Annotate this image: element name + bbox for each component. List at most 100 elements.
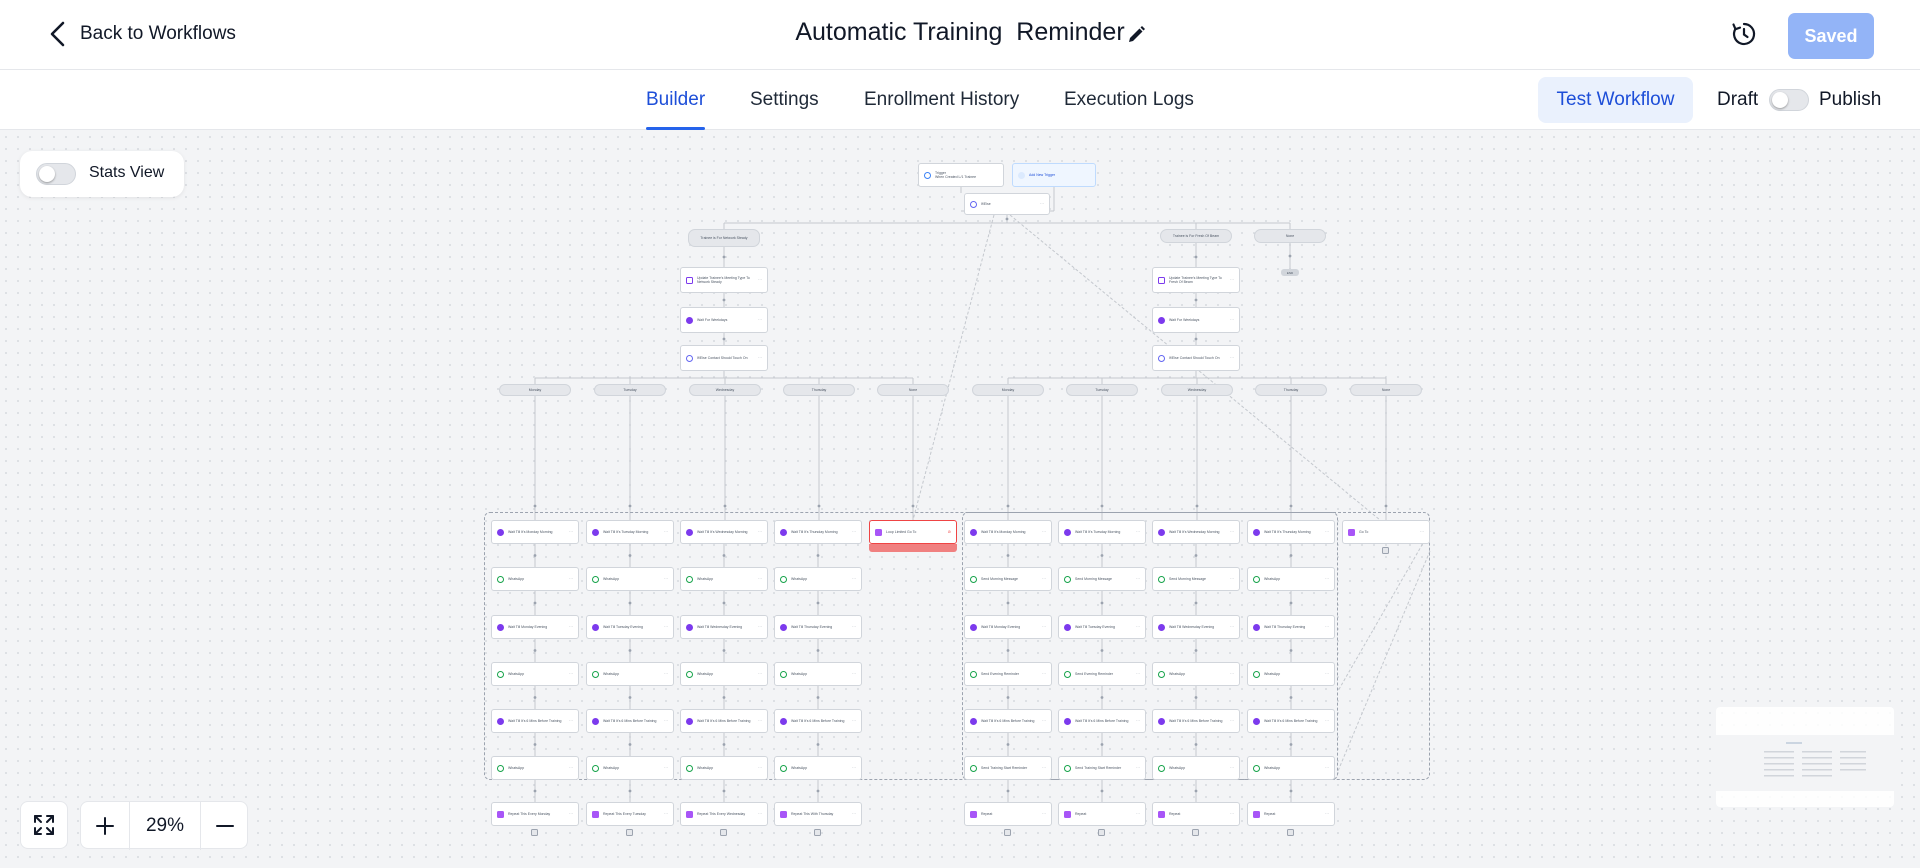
tab-settings[interactable]: Settings (750, 89, 819, 111)
right-col-1-step-3[interactable]: Wait Till Monday Evening ··· (964, 615, 1052, 639)
right-col-1-step-4[interactable]: Send Evening Reminder ··· (964, 662, 1052, 686)
saved-button[interactable]: Saved (1788, 13, 1874, 59)
day-label-none[interactable]: None (877, 384, 949, 396)
loop-back-icon[interactable] (720, 829, 727, 836)
branch-label-none[interactable]: None (1254, 229, 1326, 243)
left-update-node[interactable]: Update Trainee's Meeting Type To Network… (680, 267, 768, 293)
left-col-4-step-3[interactable]: Wait Till Thursday Evening ··· (774, 615, 862, 639)
day-label-wednesday[interactable]: Wednesday (1161, 384, 1233, 396)
left-col-4-step-5[interactable]: Wait Till It's 6 Mins Before Training ··· (774, 709, 862, 733)
history-icon[interactable] (1730, 20, 1758, 48)
publish-toggle[interactable] (1769, 89, 1809, 111)
left-col-3-step-3[interactable]: Wait Till Wednesday Evening ··· (680, 615, 768, 639)
loop-back-icon[interactable] (814, 829, 821, 836)
root-if-else-node[interactable]: If/Else ··· (964, 193, 1050, 215)
test-workflow-button[interactable]: Test Workflow (1538, 77, 1693, 123)
tab-execution-logs[interactable]: Execution Logs (1064, 89, 1194, 111)
left-col-1-step-6[interactable]: WhatsApp ··· (491, 756, 579, 780)
add-trigger-button[interactable]: Add New Trigger (1012, 163, 1096, 187)
day-label-wednesday[interactable]: Wednesday (689, 384, 761, 396)
right-col-4-step-2[interactable]: WhatsApp ··· (1247, 567, 1335, 591)
day-label-thursday[interactable]: Thursday (783, 384, 855, 396)
day-label-tuesday[interactable]: Tuesday (1066, 384, 1138, 396)
right-col-3-step-3[interactable]: Wait Till Wednesday Evening ··· (1152, 615, 1240, 639)
left-col-2-step-6[interactable]: WhatsApp ··· (586, 756, 674, 780)
left-col-2-step-7[interactable]: Repeat This Every Tuesday ··· (586, 802, 674, 826)
right-update-node[interactable]: Update Trainee's Meeting Type To Fresh O… (1152, 267, 1240, 293)
zoom-out-button[interactable] (201, 802, 249, 850)
right-col-1-step-1[interactable]: Wait Till It's Monday Morning ··· (964, 520, 1052, 544)
right-col-2-step-6[interactable]: Send Training Start Reminder ··· (1058, 756, 1146, 780)
day-label-monday[interactable]: Monday (972, 384, 1044, 396)
left-col-3-step-6[interactable]: WhatsApp ··· (680, 756, 768, 780)
branch-label-fresh-of-beam[interactable]: Trainee is For Fresh Of Beam (1160, 229, 1232, 243)
right-if-else-node[interactable]: If/Else Contact Should Touch On ··· (1152, 345, 1240, 371)
right-col-2-step-4[interactable]: Send Evening Reminder ··· (1058, 662, 1146, 686)
left-col-2-step-5[interactable]: Wait Till It's 6 Mins Before Training ··· (586, 709, 674, 733)
right-col-3-step-5[interactable]: Wait Till It's 6 Mins Before Training ··· (1152, 709, 1240, 733)
day-label-thursday[interactable]: Thursday (1255, 384, 1327, 396)
left-col-3-step-5[interactable]: Wait Till It's 6 Mins Before Training ··· (680, 709, 768, 733)
right-col-3-step-4[interactable]: WhatsApp ··· (1152, 662, 1240, 686)
day-label-tuesday[interactable]: Tuesday (594, 384, 666, 396)
day-label-monday[interactable]: Monday (499, 384, 571, 396)
minimap[interactable] (1716, 707, 1894, 807)
loop-back-icon[interactable] (1287, 829, 1294, 836)
left-col-1-step-1[interactable]: Wait Till It's Monday Morning ··· (491, 520, 579, 544)
left-col-2-step-4[interactable]: WhatsApp ··· (586, 662, 674, 686)
workflow-canvas[interactable]: Trigger When Created L/1 Trainee Add New … (0, 131, 1920, 868)
left-wait-node[interactable]: Wait For Weekdays ··· (680, 307, 768, 333)
left-col-1-step-2[interactable]: WhatsApp ··· (491, 567, 579, 591)
left-col-3-step-4[interactable]: WhatsApp ··· (680, 662, 768, 686)
right-col-4-step-5[interactable]: Wait Till It's 6 Mins Before Training ··· (1247, 709, 1335, 733)
left-col-4-step-6[interactable]: WhatsApp ··· (774, 756, 862, 780)
right-col-4-step-4[interactable]: WhatsApp ··· (1247, 662, 1335, 686)
loop-back-icon[interactable] (1192, 829, 1199, 836)
left-col-1-step-4[interactable]: WhatsApp ··· (491, 662, 579, 686)
loop-back-icon[interactable] (1382, 547, 1389, 554)
right-col-1-step-5[interactable]: Wait Till It's 6 Mins Before Training ··· (964, 709, 1052, 733)
right-col-2-step-2[interactable]: Send Morning Message ··· (1058, 567, 1146, 591)
left-col-3-step-1[interactable]: Wait Till It's Wednesday Morning ··· (680, 520, 768, 544)
left-col-4-step-2[interactable]: WhatsApp ··· (774, 567, 862, 591)
right-col-4-step-7[interactable]: Repeat ··· (1247, 802, 1335, 826)
zoom-in-button[interactable] (81, 802, 129, 850)
left-col-4-step-1[interactable]: Wait Till It's Thursday Morning ··· (774, 520, 862, 544)
right-col-1-step-7[interactable]: Repeat ··· (964, 802, 1052, 826)
branch-label-network-steady[interactable]: Trainee is For Network Steady (688, 229, 760, 247)
left-col-3-step-7[interactable]: Repeat This Every Wednesday ··· (680, 802, 768, 826)
goto-node[interactable]: Go To ··· (1342, 520, 1430, 544)
right-wait-node[interactable]: Wait For Weekdays ··· (1152, 307, 1240, 333)
loop-back-icon[interactable] (1098, 829, 1105, 836)
left-col-2-step-3[interactable]: Wait Till Tuesday Evening ··· (586, 615, 674, 639)
back-to-workflows-button[interactable]: Back to Workflows (48, 21, 236, 47)
tab-enrollment-history[interactable]: Enrollment History (864, 89, 1019, 111)
loop-back-icon[interactable] (531, 829, 538, 836)
right-col-2-step-7[interactable]: Repeat ··· (1058, 802, 1146, 826)
stats-view-toggle[interactable] (36, 163, 76, 185)
loop-goto-node-error[interactable]: Loop Limited Go To ⊘ (869, 520, 957, 544)
right-col-2-step-5[interactable]: Wait Till It's 6 Mins Before Training ··· (1058, 709, 1146, 733)
right-col-1-step-6[interactable]: Send Training Start Reminder ··· (964, 756, 1052, 780)
left-if-else-node[interactable]: If/Else Contact Should Touch On ··· (680, 345, 768, 371)
day-label-none[interactable]: None (1350, 384, 1422, 396)
right-col-3-step-1[interactable]: Wait Till It's Wednesday Morning ··· (1152, 520, 1240, 544)
right-col-4-step-3[interactable]: Wait Till Thursday Evening ··· (1247, 615, 1335, 639)
left-col-1-step-3[interactable]: Wait Till Monday Evening ··· (491, 615, 579, 639)
trigger-node[interactable]: Trigger When Created L/1 Trainee (918, 163, 1004, 187)
left-col-4-step-4[interactable]: WhatsApp ··· (774, 662, 862, 686)
left-col-1-step-7[interactable]: Repeat This Every Monday ··· (491, 802, 579, 826)
left-col-2-step-2[interactable]: WhatsApp ··· (586, 567, 674, 591)
right-col-3-step-7[interactable]: Repeat ··· (1152, 802, 1240, 826)
right-col-1-step-2[interactable]: Send Morning Message ··· (964, 567, 1052, 591)
right-col-2-step-1[interactable]: Wait Till It's Tuesday Morning ··· (1058, 520, 1146, 544)
right-col-2-step-3[interactable]: Wait Till Tuesday Evening ··· (1058, 615, 1146, 639)
fit-view-button[interactable] (20, 801, 68, 849)
tab-builder[interactable]: Builder (646, 89, 706, 130)
left-col-1-step-5[interactable]: Wait Till It's 6 Mins Before Training ··· (491, 709, 579, 733)
loop-back-icon[interactable] (626, 829, 633, 836)
left-col-4-step-7[interactable]: Repeat This With Thursday ··· (774, 802, 862, 826)
pencil-icon[interactable] (1124, 23, 1148, 47)
left-col-3-step-2[interactable]: WhatsApp ··· (680, 567, 768, 591)
right-col-3-step-2[interactable]: Send Morning Message ··· (1152, 567, 1240, 591)
